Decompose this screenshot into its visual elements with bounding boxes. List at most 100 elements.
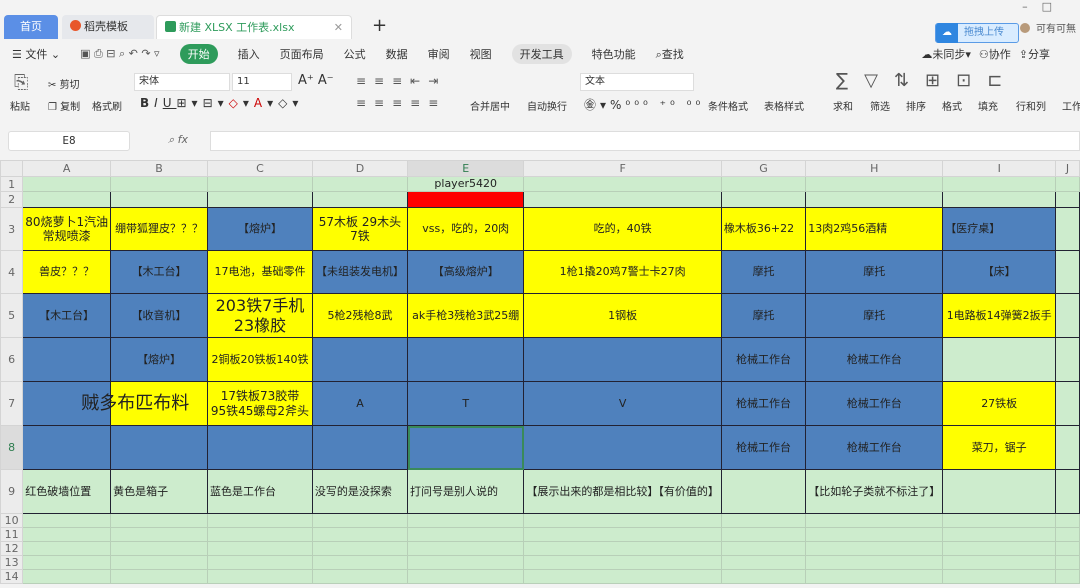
menu-review[interactable]: 审阅 bbox=[428, 46, 450, 62]
cell-A10[interactable] bbox=[22, 513, 112, 528]
column-header-C[interactable]: C bbox=[207, 160, 313, 177]
cell-G12[interactable] bbox=[720, 541, 807, 556]
tab-file[interactable]: 新建 XLSX 工作表.xlsx ✕ bbox=[156, 15, 352, 39]
align-icons[interactable]: ≡≡≡⇤⇥ bbox=[356, 74, 446, 88]
cell-D7[interactable]: A bbox=[311, 381, 409, 426]
cell-D1[interactable] bbox=[311, 176, 409, 192]
row-header-2[interactable]: 2 bbox=[0, 191, 24, 208]
cell-A12[interactable] bbox=[22, 541, 112, 556]
cell-H3[interactable]: 13肉2鸡56酒精 bbox=[805, 207, 944, 251]
cell-D13[interactable] bbox=[311, 555, 409, 570]
cell-C5[interactable]: 203铁7手机 23橡胶 bbox=[207, 293, 313, 338]
column-header-I[interactable]: I bbox=[942, 160, 1057, 177]
cell-F12[interactable] bbox=[523, 541, 722, 556]
sync-button[interactable]: ☁未同步▾ bbox=[921, 46, 971, 62]
column-header-A[interactable]: A bbox=[22, 160, 112, 177]
row-header-9[interactable]: 9 bbox=[0, 469, 24, 514]
cell-E13[interactable] bbox=[407, 555, 525, 570]
cell-G11[interactable] bbox=[720, 527, 807, 542]
row-header-3[interactable]: 3 bbox=[0, 207, 24, 251]
row-header-14[interactable]: 14 bbox=[0, 569, 24, 584]
cell-H14[interactable] bbox=[805, 569, 944, 584]
cell-F3[interactable]: 吃的，40铁 bbox=[523, 207, 722, 251]
cell-E5[interactable]: ak手枪3残枪3武25绷 bbox=[407, 293, 525, 338]
upload-button[interactable]: ☁ 拖拽上传 bbox=[935, 23, 1019, 43]
number-format-select[interactable]: 文本 bbox=[580, 73, 694, 91]
font-size-select[interactable]: 11 bbox=[232, 73, 292, 91]
cell-E7[interactable]: T bbox=[407, 381, 525, 426]
cell-D6[interactable] bbox=[311, 337, 409, 382]
cell-J3[interactable] bbox=[1055, 207, 1080, 251]
menu-search[interactable]: ⌕查找 bbox=[656, 46, 684, 62]
cell-I4[interactable]: 【床】 bbox=[942, 250, 1057, 294]
quick-access-icons[interactable]: ▣ ⎙ ⊟ ⌕ ↶ ↷ ▿ bbox=[80, 47, 160, 61]
cell-E3[interactable]: vss，吃的，20肉 bbox=[407, 207, 525, 251]
share-button[interactable]: ⇪分享 bbox=[1019, 46, 1050, 62]
cell-J2[interactable] bbox=[1055, 191, 1080, 208]
cell-C13[interactable] bbox=[207, 555, 313, 570]
cell-I9[interactable] bbox=[942, 469, 1057, 514]
cell-I6[interactable] bbox=[942, 337, 1057, 382]
cell-H10[interactable] bbox=[805, 513, 944, 528]
font-select[interactable]: 宋体 bbox=[134, 73, 230, 91]
cell-I7[interactable]: 27铁板 bbox=[942, 381, 1057, 426]
cell-H9[interactable]: 【比如轮子类就不标注了】 bbox=[805, 469, 944, 514]
cell-I12[interactable] bbox=[942, 541, 1057, 556]
cell-E12[interactable] bbox=[407, 541, 525, 556]
cell-C12[interactable] bbox=[207, 541, 313, 556]
cell-D8[interactable] bbox=[311, 425, 409, 470]
merge-button[interactable]: 合并居中 bbox=[470, 98, 510, 113]
cell-C6[interactable]: 2铜板20铁板140铁 bbox=[207, 337, 313, 382]
cell-I2[interactable] bbox=[942, 191, 1057, 208]
menu-dev[interactable]: 开发工具 bbox=[511, 44, 572, 64]
cell-J9[interactable] bbox=[1055, 469, 1080, 514]
row-header-10[interactable]: 10 bbox=[0, 513, 24, 528]
cell-F4[interactable]: 1枪1撬20鸡7警士卡27肉 bbox=[523, 250, 722, 294]
cell-A6[interactable] bbox=[22, 337, 112, 382]
cell-E2[interactable] bbox=[407, 191, 525, 208]
cell-G4[interactable]: 摩托 bbox=[720, 250, 807, 294]
cell-A11[interactable] bbox=[22, 527, 112, 542]
cell-E6[interactable] bbox=[407, 337, 525, 382]
sort-button[interactable]: 排序 bbox=[906, 98, 926, 113]
cell-C10[interactable] bbox=[207, 513, 313, 528]
close-icon[interactable]: ✕ bbox=[334, 16, 343, 40]
cell-F6[interactable] bbox=[523, 337, 722, 382]
fill-button[interactable]: 填充 bbox=[978, 98, 998, 113]
cell-H1[interactable] bbox=[805, 176, 944, 192]
cell-H12[interactable] bbox=[805, 541, 944, 556]
conditional-format-button[interactable]: 条件格式 bbox=[708, 98, 748, 113]
row-col-button[interactable]: 行和列 bbox=[1016, 98, 1046, 113]
name-box[interactable]: E8 bbox=[8, 131, 130, 151]
cell-B5[interactable]: 【收音机】 bbox=[110, 293, 209, 338]
cell-F14[interactable] bbox=[523, 569, 722, 584]
cell-J12[interactable] bbox=[1055, 541, 1080, 556]
sum-button[interactable]: 求和 bbox=[833, 98, 853, 113]
cell-H6[interactable]: 枪械工作台 bbox=[805, 337, 944, 382]
column-header-H[interactable]: H bbox=[805, 160, 944, 177]
cell-I3[interactable]: 【医疗桌】 bbox=[942, 207, 1057, 251]
cell-F9[interactable]: 【展示出来的都是相比较】【有价值的】 bbox=[523, 469, 722, 514]
cell-F10[interactable] bbox=[523, 513, 722, 528]
cell-B10[interactable] bbox=[110, 513, 209, 528]
cell-H11[interactable] bbox=[805, 527, 944, 542]
cell-J11[interactable] bbox=[1055, 527, 1080, 542]
row-header-7[interactable]: 7 bbox=[0, 381, 24, 426]
row-header-11[interactable]: 11 bbox=[0, 527, 24, 542]
formula-input[interactable] bbox=[210, 131, 1080, 151]
row-header-1[interactable]: 1 bbox=[0, 176, 24, 192]
cell-C2[interactable] bbox=[207, 191, 313, 208]
column-header-G[interactable]: G bbox=[720, 160, 807, 177]
cell-J10[interactable] bbox=[1055, 513, 1080, 528]
cell-B11[interactable] bbox=[110, 527, 209, 542]
format-painter-button[interactable]: 格式刷 bbox=[92, 98, 122, 113]
cell-I5[interactable]: 1电路板14弹簧2扳手 bbox=[942, 293, 1057, 338]
font-grow-shrink-icons[interactable]: A⁺ A⁻ bbox=[298, 73, 334, 88]
cell-H4[interactable]: 摩托 bbox=[805, 250, 944, 294]
cell-E11[interactable] bbox=[407, 527, 525, 542]
cell-E4[interactable]: 【高级熔炉】 bbox=[407, 250, 525, 294]
user-account[interactable]: 可有可無 bbox=[1020, 20, 1076, 35]
cell-B4[interactable]: 【木工台】 bbox=[110, 250, 209, 294]
cell-E14[interactable] bbox=[407, 569, 525, 584]
cell-D2[interactable] bbox=[311, 191, 409, 208]
